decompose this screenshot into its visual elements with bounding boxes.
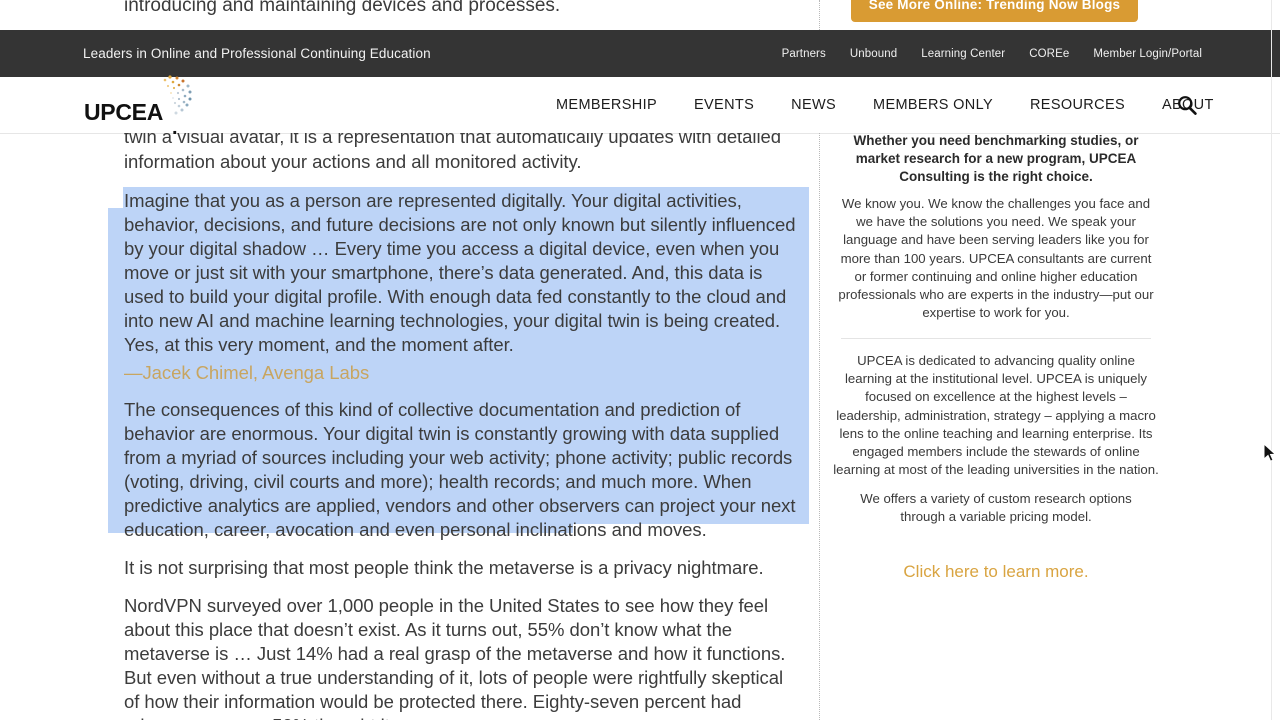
browser-page: introducing and maintaining devices and … — [0, 0, 1280, 720]
nav-item-resources[interactable]: RESOURCES — [1030, 97, 1125, 113]
site-header: UPCEA . MEMBERSHIP EVENTS NEWS MEMBERS O… — [0, 75, 1280, 139]
content-area: twin a visual avatar, it is a representa… — [0, 133, 1280, 720]
scrolled-article-top: introducing and maintaining devices and … — [0, 0, 820, 30]
sidebar-learn-more-link[interactable]: Click here to learn more. — [833, 562, 1159, 582]
utility-link-unbound[interactable]: Unbound — [850, 48, 897, 60]
paragraph-nordvpn: NordVPN surveyed over 1,000 people in th… — [124, 595, 786, 720]
sidebar-paragraph-about-upcea: UPCEA is dedicated to advancing quality … — [833, 353, 1159, 478]
utility-link-core[interactable]: COREe — [1029, 48, 1069, 60]
nav-item-news[interactable]: NEWS — [791, 97, 836, 113]
column-divider — [819, 133, 821, 720]
utility-link-partners[interactable]: Partners — [782, 48, 826, 60]
utility-bar: Leaders in Online and Professional Conti… — [0, 30, 1280, 77]
utility-links: Partners Unbound Learning Center COREe M… — [782, 30, 1202, 77]
sidebar: Whether you need benchmarking studies, o… — [833, 133, 1159, 720]
site-tagline: Leaders in Online and Professional Conti… — [83, 46, 431, 61]
sidebar-heading: Whether you need benchmarking studies, o… — [853, 133, 1139, 184]
trending-now-blogs-button[interactable]: See More Online: Trending Now Blogs — [851, 0, 1138, 22]
nav-item-membership[interactable]: MEMBERSHIP — [556, 97, 657, 113]
sidebar-paragraph-custom-research: We offers a variety of custom research o… — [860, 491, 1132, 525]
article-column: twin a visual avatar, it is a representa… — [0, 133, 819, 720]
nav-item-members-only[interactable]: MEMBERS ONLY — [873, 97, 993, 113]
upcea-logo[interactable]: UPCEA . — [84, 75, 214, 139]
paragraph-blockquote: Imagine that you as a person are represe… — [124, 190, 796, 355]
paragraph-privacy: It is not surprising that most people th… — [124, 557, 764, 578]
paragraph-intro: twin a visual avatar, it is a representa… — [124, 133, 781, 172]
column-divider-top — [819, 0, 821, 30]
sidebar-divider — [841, 338, 1151, 339]
scrolled-text-line: introducing and maintaining devices and … — [124, 0, 561, 16]
nav-item-events[interactable]: EVENTS — [694, 97, 754, 113]
page-right-edge — [1271, 0, 1272, 720]
sidebar-paragraph-about-consulting: We know you. We know the challenges you … — [838, 196, 1154, 321]
utility-link-learning-center[interactable]: Learning Center — [921, 48, 1005, 60]
quote-attribution: —Jacek Chimel, Avenga Labs — [124, 362, 370, 383]
main-navigation: MEMBERSHIP EVENTS NEWS MEMBERS ONLY RESO… — [556, 77, 1214, 133]
search-icon[interactable] — [1177, 95, 1197, 115]
logo-arc-icon — [163, 75, 192, 115]
utility-link-member-login[interactable]: Member Login/Portal — [1093, 48, 1202, 60]
paragraph-consequences: The consequences of this kind of collect… — [124, 399, 796, 540]
